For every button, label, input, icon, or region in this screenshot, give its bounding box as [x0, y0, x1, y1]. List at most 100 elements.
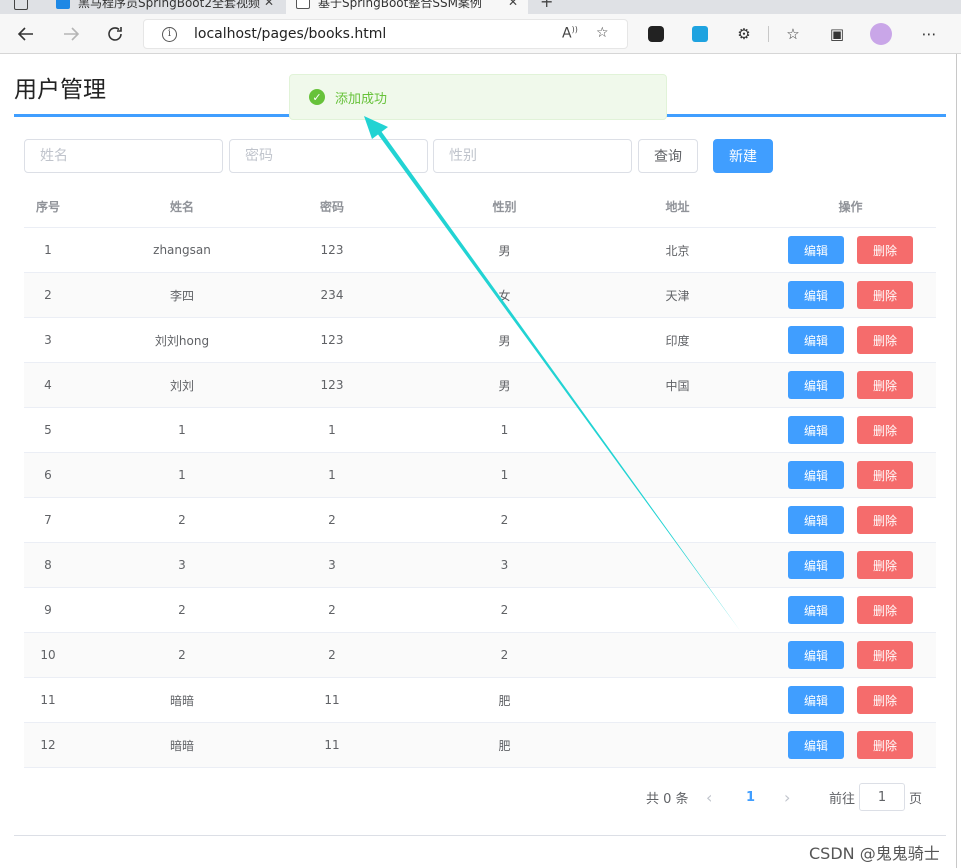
table-row: 11 暗暗 11 肥编辑 删除 [24, 678, 936, 723]
profile-avatar[interactable] [870, 23, 892, 45]
cell-address [590, 453, 765, 497]
delete-button[interactable]: 删除 [857, 596, 913, 624]
prev-page-icon[interactable]: ‹ [706, 783, 712, 811]
edit-button[interactable]: 编辑 [788, 596, 844, 624]
header-password: 密码 [319, 199, 344, 214]
cell-address [590, 408, 765, 452]
current-page-number[interactable]: 1 [746, 783, 755, 811]
browser-tab-2[interactable]: 基于SpringBoot整合SSM案例 ✕ [286, 0, 528, 14]
cell-address: 印度 [665, 333, 690, 348]
read-aloud-icon[interactable]: A)) [562, 25, 578, 42]
cell-password: 123 [320, 333, 344, 347]
edit-button[interactable]: 编辑 [788, 551, 844, 579]
delete-button[interactable]: 删除 [857, 551, 913, 579]
forward-arrow-icon[interactable] [57, 20, 85, 48]
address-url[interactable]: localhost/pages/books.html [194, 26, 386, 42]
cell-address: 中国 [665, 378, 690, 393]
delete-button[interactable]: 删除 [857, 326, 913, 354]
query-button[interactable]: 查询 [638, 139, 698, 173]
edit-button[interactable]: 编辑 [788, 326, 844, 354]
tab-close-icon[interactable]: ✕ [264, 0, 274, 9]
success-check-icon: ✓ [309, 89, 325, 105]
tab-actions-icon[interactable] [14, 0, 28, 10]
password-search-input[interactable] [229, 139, 428, 173]
cell-password: 1 [328, 468, 336, 482]
edit-button[interactable]: 编辑 [788, 731, 844, 759]
cell-gender: 1 [500, 468, 509, 482]
success-toast: ✓ 添加成功 [289, 74, 667, 120]
cell-address [590, 723, 765, 767]
delete-button[interactable]: 删除 [857, 281, 913, 309]
more-menu-icon[interactable]: ⋯ [918, 23, 940, 45]
new-tab-icon[interactable]: + [540, 0, 553, 11]
toast-message: 添加成功 [335, 91, 388, 107]
next-page-icon[interactable]: › [784, 783, 790, 811]
cell-password: 2 [328, 648, 336, 662]
cell-gender: 2 [500, 513, 509, 527]
site-info-icon[interactable]: i [162, 27, 177, 42]
table-row: 3 刘刘hong 123 男印度 编辑 删除 [24, 318, 936, 363]
reload-icon[interactable] [101, 20, 129, 48]
cell-address [590, 588, 765, 632]
table-row: 7 2 2 2 编辑 删除 [24, 498, 936, 543]
table-row: 2 李四 234 女天津 编辑 删除 [24, 273, 936, 318]
table-row: 5 1 1 1 编辑 删除 [24, 408, 936, 453]
back-arrow-icon[interactable] [12, 20, 40, 48]
edit-button[interactable]: 编辑 [788, 686, 844, 714]
edit-button[interactable]: 编辑 [788, 371, 844, 399]
cell-gender: 3 [500, 558, 509, 572]
cell-password: 3 [328, 558, 336, 572]
name-search-input[interactable] [24, 139, 223, 173]
cell-password: 1 [328, 423, 336, 437]
cell-index: 2 [44, 288, 52, 302]
goto-page-input[interactable] [859, 783, 905, 811]
window-edge [956, 54, 957, 868]
edit-button[interactable]: 编辑 [788, 281, 844, 309]
edit-button[interactable]: 编辑 [788, 461, 844, 489]
cell-gender: 女 [498, 288, 511, 303]
extensions-puzzle-icon[interactable]: ⚙ [733, 23, 755, 45]
edit-button[interactable]: 编辑 [788, 416, 844, 444]
cell-password: 11 [324, 693, 340, 707]
cell-password: 123 [320, 378, 344, 392]
tab-favicon-icon [56, 0, 70, 9]
gender-search-input[interactable] [433, 139, 632, 173]
create-button[interactable]: 新建 [713, 139, 773, 173]
delete-button[interactable]: 删除 [857, 236, 913, 264]
header-operations: 操作 [838, 199, 863, 214]
cell-index: 8 [44, 558, 52, 572]
tab-page-icon [296, 0, 310, 9]
cell-gender: 男 [498, 333, 511, 348]
delete-button[interactable]: 删除 [857, 686, 913, 714]
table-row: 1 zhangsan 123 男北京 编辑 删除 [24, 228, 936, 273]
cell-index: 12 [40, 738, 56, 752]
cell-gender: 肥 [498, 693, 511, 708]
delete-button[interactable]: 删除 [857, 731, 913, 759]
cell-gender: 2 [500, 603, 509, 617]
delete-button[interactable]: 删除 [857, 371, 913, 399]
address-bar[interactable]: i localhost/pages/books.html A)) ☆ [143, 19, 628, 49]
browser-tab-strip: 黑马程序员SpringBoot2全套视频 ✕ 基于SpringBoot整合SSM… [0, 0, 961, 14]
delete-button[interactable]: 删除 [857, 506, 913, 534]
delete-button[interactable]: 删除 [857, 416, 913, 444]
tab-close-icon[interactable]: ✕ [508, 0, 518, 9]
extension-blue-icon[interactable] [689, 23, 711, 45]
delete-button[interactable]: 删除 [857, 461, 913, 489]
cell-index: 5 [44, 423, 52, 437]
cell-password: 2 [328, 513, 336, 527]
collections-icon[interactable]: ▣ [826, 23, 848, 45]
delete-button[interactable]: 删除 [857, 641, 913, 669]
table-row: 9 2 2 2 编辑 删除 [24, 588, 936, 633]
browser-tab-1[interactable]: 黑马程序员SpringBoot2全套视频 ✕ [46, 0, 284, 14]
add-favorite-icon[interactable]: ☆ [596, 25, 609, 41]
cell-password: 234 [320, 288, 344, 302]
cell-index: 4 [44, 378, 52, 392]
tab-title: 基于SpringBoot整合SSM案例 [318, 0, 482, 10]
cell-address [590, 633, 765, 677]
extension-dark-icon[interactable] [645, 23, 667, 45]
cell-gender: 男 [498, 243, 511, 258]
edit-button[interactable]: 编辑 [788, 236, 844, 264]
edit-button[interactable]: 编辑 [788, 641, 844, 669]
edit-button[interactable]: 编辑 [788, 506, 844, 534]
favorites-icon[interactable]: ☆ [782, 23, 804, 45]
